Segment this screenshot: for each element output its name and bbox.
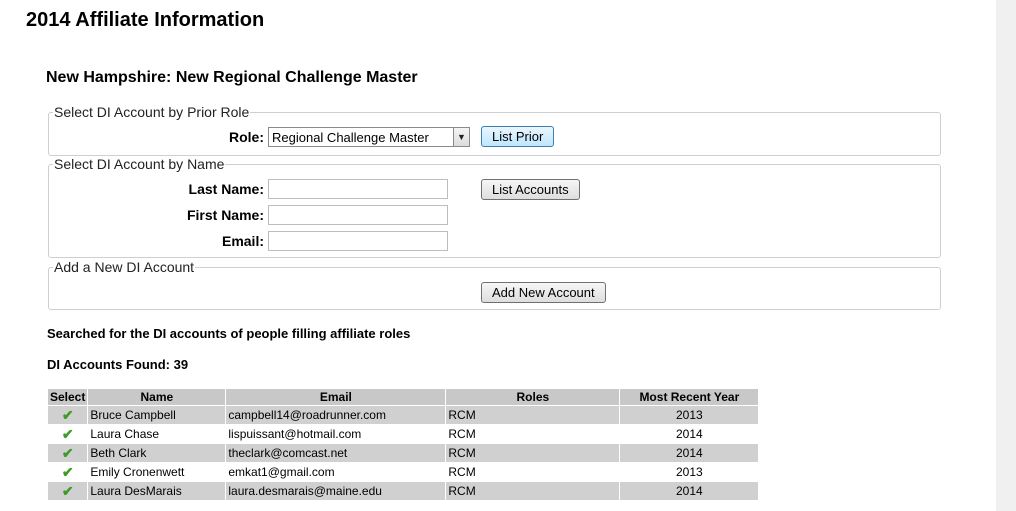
last-name-label: Last Name:: [188, 181, 264, 197]
roles-cell: RCM: [448, 427, 476, 441]
select-cell[interactable]: ✔: [48, 463, 87, 481]
column-header-roles: Roles: [446, 389, 620, 405]
first-name-field[interactable]: [268, 205, 448, 225]
add-new-account-button[interactable]: Add New Account: [481, 282, 606, 303]
email-cell: lispuissant@hotmail.com: [228, 427, 362, 441]
year-cell: 2014: [676, 427, 703, 441]
check-icon[interactable]: ✔: [62, 483, 74, 499]
column-header-name: Name: [88, 389, 226, 405]
select-cell[interactable]: ✔: [48, 406, 88, 424]
name-cell: Laura Chase: [90, 427, 160, 441]
select-cell[interactable]: ✔: [48, 482, 88, 500]
year-cell: 2014: [620, 444, 759, 462]
name-cell: Bruce Campbell: [88, 406, 226, 424]
chevron-down-icon[interactable]: ▼: [453, 128, 469, 146]
year-cell: 2014: [620, 482, 759, 500]
select-cell[interactable]: ✔: [48, 444, 88, 462]
first-name-label: First Name:: [186, 207, 264, 223]
year-cell: 2013: [676, 465, 703, 479]
roles-cell: RCM: [446, 444, 620, 462]
email-field[interactable]: [268, 231, 448, 251]
add-account-legend: Add a New DI Account: [54, 259, 195, 275]
prior-role-legend: Select DI Account by Prior Role: [54, 104, 250, 120]
email-label: Email:: [221, 233, 264, 249]
list-prior-button[interactable]: List Prior: [481, 126, 555, 147]
last-name-field[interactable]: [268, 179, 448, 199]
page-subtitle: New Hampshire: New Regional Challenge Ma…: [46, 69, 418, 86]
list-accounts-button[interactable]: List Accounts: [481, 179, 580, 200]
name-cell: Beth Clark: [88, 444, 226, 462]
accounts-found-count: DI Accounts Found: 39: [47, 357, 189, 372]
name-cell: Emily Cronenwett: [90, 465, 185, 479]
column-header-select: Select: [48, 389, 88, 405]
table-row: ✔ Bruce Campbell campbell14@roadrunner.c…: [48, 406, 759, 424]
check-icon[interactable]: ✔: [62, 407, 74, 423]
roles-cell: RCM: [446, 482, 620, 500]
table-row: ✔ Laura DesMarais laura.desmarais@maine.…: [48, 482, 759, 500]
email-cell: campbell14@roadrunner.com: [226, 406, 446, 424]
email-cell: emkat1@gmail.com: [228, 465, 335, 479]
select-cell[interactable]: ✔: [48, 425, 87, 443]
table-row: ✔ Laura Chase lispuissant@hotmail.com RC…: [48, 425, 758, 443]
check-icon[interactable]: ✔: [62, 464, 74, 480]
role-select[interactable]: Regional Challenge Master ▼: [268, 127, 470, 147]
accounts-table: Select Name Email Roles Most Recent Year…: [47, 388, 759, 501]
email-cell: theclark@comcast.net: [226, 444, 446, 462]
roles-cell: RCM: [448, 465, 476, 479]
name-legend: Select DI Account by Name: [54, 156, 225, 172]
table-header-row: Select Name Email Roles Most Recent Year: [48, 389, 759, 405]
name-cell: Laura DesMarais: [88, 482, 226, 500]
roles-cell: RCM: [446, 406, 620, 424]
scrollbar-gutter: [996, 0, 1016, 511]
table-row: ✔ Emily Cronenwett emkat1@gmail.com RCM …: [48, 463, 758, 481]
column-header-email: Email: [226, 389, 446, 405]
email-cell: laura.desmarais@maine.edu: [226, 482, 446, 500]
role-label: Role:: [229, 129, 264, 145]
check-icon[interactable]: ✔: [62, 426, 74, 442]
table-row: ✔ Beth Clark theclark@comcast.net RCM 20…: [48, 444, 759, 462]
year-cell: 2013: [620, 406, 759, 424]
search-description: Searched for the DI accounts of people f…: [47, 326, 411, 341]
role-select-value: Regional Challenge Master: [272, 130, 429, 145]
column-header-year: Most Recent Year: [620, 389, 759, 405]
check-icon[interactable]: ✔: [62, 445, 74, 461]
page-title: 2014 Affiliate Information: [26, 9, 265, 31]
